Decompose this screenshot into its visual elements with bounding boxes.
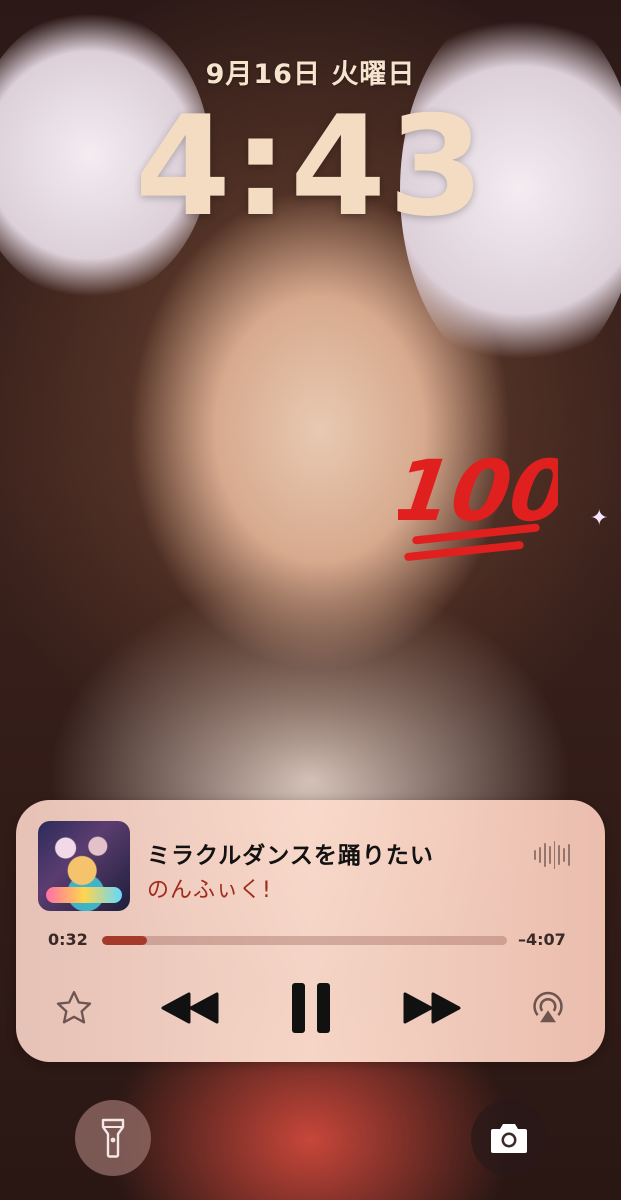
airplay-button[interactable] <box>526 986 570 1030</box>
flashlight-icon <box>101 1118 125 1158</box>
elapsed-time: 0:32 <box>48 930 88 949</box>
rewind-button[interactable] <box>158 986 222 1030</box>
song-title: ミラクルダンスを踊りたい <box>147 843 434 869</box>
progress-scrubber[interactable] <box>102 936 507 945</box>
album-artwork[interactable] <box>38 821 130 911</box>
pause-icon <box>292 983 330 1033</box>
rewind-icon <box>161 992 219 1024</box>
progress-fill <box>102 936 147 945</box>
airplay-icon <box>533 991 563 1023</box>
camera-button[interactable] <box>471 1100 547 1176</box>
remaining-time: –4:07 <box>518 930 566 949</box>
sparkle-icon: ✦ <box>590 506 609 531</box>
lockscreen-clock: 4:43 <box>134 86 487 247</box>
star-icon <box>56 991 92 1024</box>
pause-button[interactable] <box>284 980 338 1036</box>
fast-forward-icon <box>403 992 461 1024</box>
waveform-icon <box>534 840 570 870</box>
hundred-points-emoji-sticker: 100 <box>398 442 558 561</box>
artist-name: のんふぃく! <box>147 878 272 903</box>
album-artwork-logo <box>46 887 122 903</box>
camera-icon <box>491 1124 527 1153</box>
favorite-button[interactable] <box>52 986 96 1030</box>
flashlight-button[interactable] <box>75 1100 151 1176</box>
fast-forward-button[interactable] <box>400 986 464 1030</box>
now-playing-widget[interactable]: ミラクルダンスを踊りたい のんふぃく! 0:32 –4:07 <box>16 800 605 1062</box>
